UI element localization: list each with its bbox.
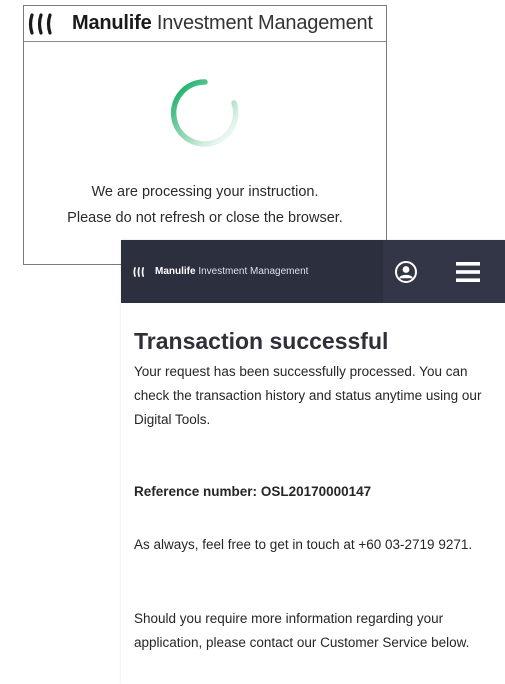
success-message: Your request has been successfully proce… xyxy=(134,364,482,427)
hamburger-menu-icon[interactable] xyxy=(455,261,481,283)
reference-number: Reference number: OSL20170000147 xyxy=(134,480,496,504)
contact-message: As always, feel free to get in touch at … xyxy=(134,537,473,552)
account-icon[interactable] xyxy=(394,260,418,284)
loading-spinner-icon xyxy=(170,79,239,147)
reference-value: OSL20170000147 xyxy=(260,484,372,499)
brand-name: Manulife Investment Management xyxy=(155,266,309,277)
spinner-area xyxy=(24,76,386,150)
header-logo-link[interactable]: Manulife Investment Management xyxy=(121,240,383,303)
processing-header: Manulife Investment Management xyxy=(24,6,386,42)
processing-message: We are processing your instruction. xyxy=(91,184,319,200)
reference-label: Reference number: xyxy=(134,484,258,499)
mobile-header: Manulife Investment Management xyxy=(121,240,505,303)
processing-dialog: Manulife Investment Management We are pr… xyxy=(23,5,387,265)
processing-warning: Please do not refresh or close the brows… xyxy=(67,210,343,226)
manulife-logo-icon xyxy=(28,12,52,35)
manulife-logo-icon xyxy=(133,266,144,277)
more-info-message: Should you require more information rega… xyxy=(134,611,470,650)
transaction-result-screen: Manulife Investment Management Transacti… xyxy=(121,240,505,684)
page-title: Transaction successful xyxy=(134,328,389,354)
brand-name: Manulife Investment Management xyxy=(72,12,373,34)
